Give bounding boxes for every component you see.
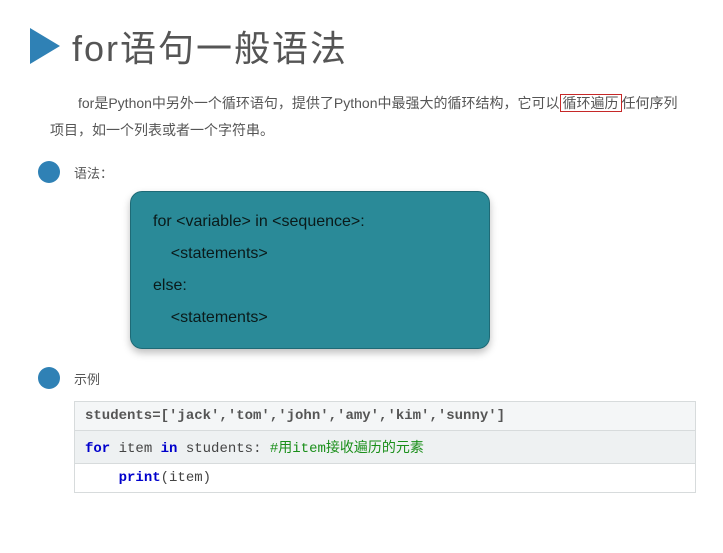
page-title: for语句一般语法 [72, 20, 348, 72]
bullet-icon [38, 161, 60, 183]
code-line-2: for item in students: #用item接收遍历的元素 [75, 430, 695, 463]
syntax-label: 语法： [74, 163, 113, 182]
code-rest: students: [177, 441, 269, 457]
code-var: item [110, 441, 160, 457]
syntax-box: for <variable> in <sequence>: <statement… [130, 191, 490, 349]
example-label: 示例 [74, 369, 100, 388]
code-comment: #用item接收遍历的元素 [270, 441, 424, 457]
intro-text-1: for是Python中另外一个循环语句，提供了Python中最强大的循环结构，它… [78, 95, 560, 111]
intro-paragraph: for是Python中另外一个循环语句，提供了Python中最强大的循环结构，它… [50, 90, 683, 143]
triangle-icon [30, 28, 60, 64]
code-args: (item) [161, 470, 211, 486]
code-block: students=['jack','tom','john','amy','kim… [74, 401, 696, 493]
fn-print: print [119, 470, 161, 486]
code-indent [85, 470, 119, 486]
highlight-box: 循环遍历 [560, 94, 622, 112]
code-line-1: students=['jack','tom','john','amy','kim… [75, 402, 695, 430]
code-line-3: print(item) [75, 463, 695, 492]
bullet-icon [38, 367, 60, 389]
syntax-section-header: 语法： [38, 161, 693, 183]
kw-in: in [161, 441, 178, 457]
kw-for: for [85, 441, 110, 457]
example-section-header: 示例 [38, 367, 693, 389]
code-text: students=['jack','tom','john','amy','kim… [85, 408, 505, 424]
title-row: for语句一般语法 [30, 20, 693, 72]
